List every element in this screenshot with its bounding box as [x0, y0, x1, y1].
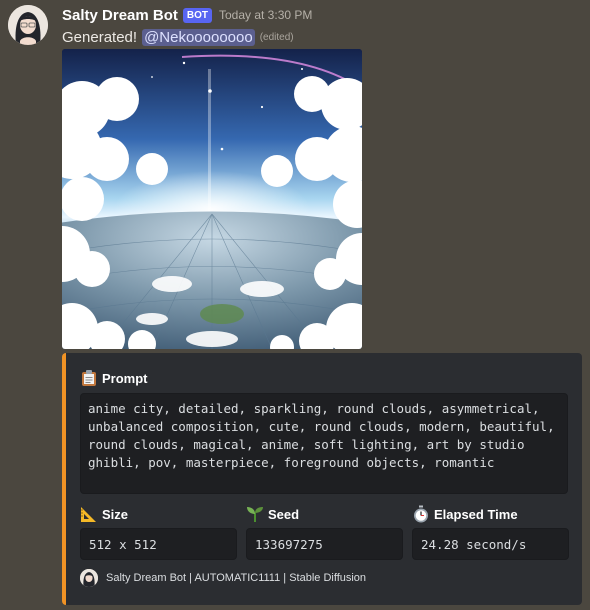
triangular-ruler-icon: [80, 505, 98, 523]
embed-card: Prompt anime city, detailed, sparkling, …: [62, 353, 582, 605]
chat-message: Salty Dream Bot BOT Today at 3:30 PM Gen…: [0, 0, 590, 610]
username[interactable]: Salty Dream Bot: [62, 7, 178, 24]
user-mention[interactable]: @Nekoooooooo: [142, 28, 255, 46]
footer-text: Salty Dream Bot | AUTOMATIC1111 | Stable…: [106, 572, 367, 584]
seedling-icon: [246, 505, 264, 523]
message-content: Generated! @Nekoooooooo (edited): [62, 27, 294, 47]
prompt-field-title: Prompt: [80, 369, 148, 387]
message-text: Generated!: [62, 28, 138, 46]
elapsed-time-field-title: Elapsed Time: [412, 505, 518, 523]
avatar[interactable]: [8, 5, 48, 45]
elapsed-time-label: Elapsed Time: [434, 506, 518, 522]
elapsed-time-value: 24.28 second/s: [412, 528, 569, 560]
size-field-title: Size: [80, 505, 128, 523]
bot-tag: BOT: [182, 7, 212, 23]
message-header: Salty Dream Bot BOT Today at 3:30 PM: [62, 5, 312, 25]
footer-avatar: [80, 569, 98, 587]
prompt-label: Prompt: [102, 370, 148, 386]
size-value: 512 x 512: [80, 528, 237, 560]
generated-image[interactable]: [62, 49, 362, 349]
seed-value: 133697275: [246, 528, 403, 560]
stopwatch-icon: [412, 505, 430, 523]
clipboard-icon: [80, 369, 98, 387]
timestamp[interactable]: Today at 3:30 PM: [219, 8, 312, 22]
size-label: Size: [102, 506, 129, 522]
edited-label: (edited): [259, 31, 294, 43]
seed-label: Seed: [268, 506, 300, 522]
seed-field-title: Seed: [246, 505, 299, 523]
embed-footer: Salty Dream Bot | AUTOMATIC1111 | Stable…: [80, 569, 366, 587]
prompt-value: anime city, detailed, sparkling, round c…: [80, 393, 568, 494]
